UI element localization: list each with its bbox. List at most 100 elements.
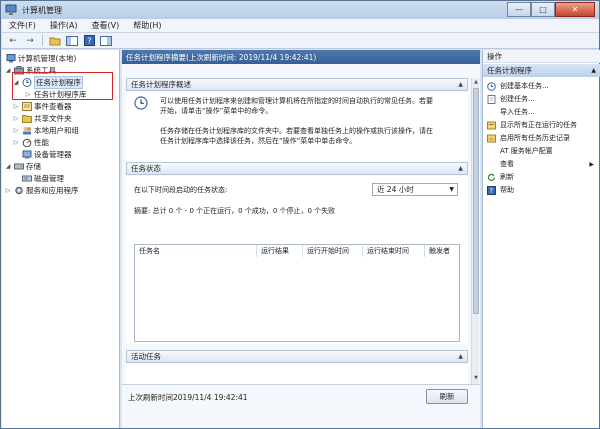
tree-item-device-manager[interactable]: 设备管理器 <box>20 148 72 160</box>
action-label: 启用所有任务历史记录 <box>500 134 570 142</box>
tree-item-root[interactable]: 计算机管理(本地) <box>4 52 76 64</box>
active-tasks-section-header[interactable]: 活动任务 ▲ <box>126 350 468 363</box>
view-icon <box>487 160 496 169</box>
time-range-dropdown[interactable]: 近 24 小时 ▼ <box>372 183 458 196</box>
column-run-start[interactable]: 运行开始时间 <box>303 245 363 257</box>
close-button[interactable]: ✕ <box>555 2 595 17</box>
expanded-arrow-icon[interactable]: ◢ <box>4 163 12 170</box>
tree-item-services[interactable]: ▷ 服务和应用程序 <box>4 184 79 196</box>
column-run-end[interactable]: 运行结束时间 <box>363 245 425 257</box>
tree-item-performance[interactable]: ▷ 性能 <box>12 136 49 148</box>
overview-paragraph-1: 可以使用任务计划程序来创建和管理计算机将在所指定的时间自动执行的常见任务。若要 … <box>160 96 460 116</box>
action-label: 创建基本任务... <box>500 82 549 90</box>
scroll-down-arrow-icon[interactable]: ▼ <box>472 374 480 382</box>
action-help[interactable]: ? 帮助 <box>483 184 600 196</box>
info-clock-icon <box>134 96 148 110</box>
menu-view[interactable]: 查看(V) <box>85 20 127 31</box>
collapsed-arrow-icon[interactable]: ▷ <box>12 103 20 110</box>
at-service-icon <box>487 147 496 156</box>
event-viewer-icon <box>22 101 32 111</box>
action-label: 帮助 <box>500 186 514 194</box>
show-hide-action-pane-button[interactable] <box>99 35 113 47</box>
annotation-highlight-box <box>12 72 113 100</box>
action-pane-icon <box>100 35 112 46</box>
submenu-arrow-icon: ▶ <box>589 160 594 168</box>
create-basic-task-icon <box>487 81 496 91</box>
collapsed-arrow-icon[interactable]: ▷ <box>12 139 20 146</box>
performance-icon <box>22 138 32 147</box>
action-show-running-tasks[interactable]: 显示所有正在运行的任务 <box>483 119 600 131</box>
collapsed-arrow-icon[interactable]: ▷ <box>4 187 12 194</box>
forward-button[interactable]: → <box>23 35 37 47</box>
menu-bar: 文件(F) 操作(A) 查看(V) 帮助(H) <box>2 19 599 33</box>
up-folder-button[interactable] <box>48 35 62 47</box>
summary-header: 任务计划程序摘要(上次刷新时间: 2019/11/4 19:42:41) <box>122 50 480 64</box>
overview-section-title: 任务计划程序概述 <box>131 80 191 89</box>
scroll-thumb[interactable] <box>473 88 479 314</box>
action-create-task[interactable]: 创建任务... <box>483 93 600 105</box>
menu-action[interactable]: 操作(A) <box>43 20 85 31</box>
tree-item-storage[interactable]: ◢ 存储 <box>4 160 41 172</box>
overview-paragraph-1-line-2: 开始，请单击“操作”菜单中的命令。 <box>160 107 273 115</box>
actions-title: 操作 <box>483 50 600 63</box>
action-import-task[interactable]: 导入任务... <box>483 106 600 118</box>
tree-label-event-viewer: 事件查看器 <box>34 101 72 111</box>
status-section-header[interactable]: 任务状态 ▲ <box>126 162 468 175</box>
collapsed-arrow-icon[interactable]: ▷ <box>12 115 20 122</box>
tree-item-disk-management[interactable]: 磁盘管理 <box>20 172 64 184</box>
folder-up-icon <box>49 37 61 45</box>
action-create-basic-task[interactable]: 创建基本任务... <box>483 80 600 92</box>
tree-item-local-users[interactable]: ▷ 本地用户和组 <box>12 124 79 136</box>
actions-section-task-scheduler[interactable]: 任务计划程序 ▲ <box>483 64 600 77</box>
action-label: 显示所有正在运行的任务 <box>500 121 577 129</box>
title-bar[interactable]: 计算机管理 — □ ✕ <box>1 1 599 19</box>
tree-label-root: 计算机管理(本地) <box>18 53 77 63</box>
column-task-name[interactable]: 任务名 <box>135 245 257 257</box>
menu-file[interactable]: 文件(F) <box>2 20 43 31</box>
collapse-arrow-icon[interactable]: ▲ <box>458 353 463 360</box>
help-button[interactable]: ? <box>82 35 96 47</box>
action-enable-task-history[interactable]: 启用所有任务历史记录 <box>483 132 600 144</box>
last-refresh-text: 上次刷新时间2019/11/4 19:42:41 <box>128 393 248 402</box>
action-view[interactable]: 查看 ▶ <box>483 158 600 170</box>
chevron-down-icon: ▼ <box>449 186 454 193</box>
maximize-icon: □ <box>539 5 547 14</box>
collapse-arrow-icon[interactable]: ▲ <box>458 81 463 88</box>
summary-pane: 任务计划程序摘要(上次刷新时间: 2019/11/4 19:42:41) 任务计… <box>122 50 480 428</box>
refresh-button[interactable]: 刷新 <box>426 389 468 404</box>
help-icon: ? <box>83 35 95 46</box>
column-triggered-by[interactable]: 触发者 <box>425 245 460 257</box>
action-at-service-account[interactable]: AT 服务帐户配置 <box>483 145 600 157</box>
maximize-button[interactable]: □ <box>531 2 555 17</box>
services-icon <box>14 186 24 195</box>
tree-item-event-viewer[interactable]: ▷ 事件查看器 <box>12 100 72 112</box>
task-status-table[interactable]: 任务名 运行结果 运行开始时间 运行结束时间 触发者 <box>134 244 460 342</box>
action-refresh[interactable]: 刷新 <box>483 171 600 183</box>
summary-footer: 上次刷新时间2019/11/4 19:42:41 刷新 <box>122 384 480 426</box>
navigation-tree: 计算机管理(本地) ◢ 系统工具 ◢ 任务计划程序 ▷ 任务计划程序库 ▷ 事件… <box>2 50 120 428</box>
action-label: AT 服务帐户配置 <box>500 147 553 155</box>
actions-pane: 操作 任务计划程序 ▲ 创建基本任务... 创建任务... 导入任务... 显示… <box>482 50 600 428</box>
disk-icon <box>22 174 32 183</box>
tree-item-shared-folders[interactable]: ▷ 共享文件夹 <box>12 112 72 124</box>
back-button[interactable]: ← <box>6 35 20 47</box>
create-task-icon <box>487 94 496 104</box>
window-title: 计算机管理 <box>22 5 62 15</box>
overview-section-header[interactable]: 任务计划程序概述 ▲ <box>126 78 468 91</box>
minimize-button[interactable]: — <box>507 2 531 17</box>
toolbar: ← → ? <box>2 33 599 49</box>
tree-label-disk-management: 磁盘管理 <box>34 173 64 183</box>
svg-text:?: ? <box>489 187 493 195</box>
active-tasks-section-title: 活动任务 <box>131 352 161 361</box>
device-manager-icon <box>22 150 32 159</box>
column-run-result[interactable]: 运行结果 <box>257 245 303 257</box>
summary-scrollbar[interactable]: ▲ ▼ <box>471 78 479 384</box>
collapse-arrow-icon[interactable]: ▲ <box>591 67 596 74</box>
action-label: 创建任务... <box>500 95 535 103</box>
show-hide-tree-button[interactable] <box>65 35 79 47</box>
scroll-up-arrow-icon[interactable]: ▲ <box>472 78 480 86</box>
collapse-arrow-icon[interactable]: ▲ <box>458 165 463 172</box>
menu-help[interactable]: 帮助(H) <box>126 20 168 31</box>
expanded-arrow-icon[interactable]: ◢ <box>4 67 12 74</box>
collapsed-arrow-icon[interactable]: ▷ <box>12 127 20 134</box>
